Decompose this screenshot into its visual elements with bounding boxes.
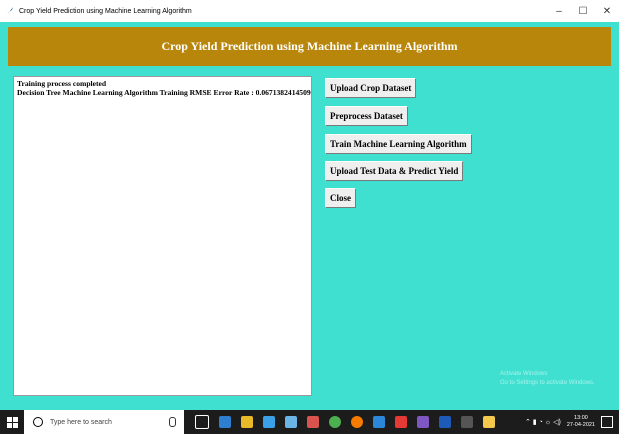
system-tray: ⌃ ▮ ◔ ☼ ◁) 13:00 27-04-2021 [525, 415, 619, 429]
window-titlebar: Crop Yield Prediction using Machine Lear… [0, 0, 619, 22]
feather-icon [7, 7, 13, 15]
close-window-button[interactable]: ✕ [595, 0, 619, 22]
output-textarea[interactable]: Training process completed Decision Tree… [13, 76, 312, 396]
taskbar-search[interactable]: Type here to search [24, 410, 184, 434]
maximize-button[interactable]: ☐ [571, 0, 595, 22]
task-view-icon[interactable] [195, 415, 209, 429]
store-icon[interactable] [263, 416, 275, 428]
cortana-icon [33, 417, 43, 427]
chrome-icon[interactable] [329, 416, 341, 428]
preprocess-dataset-button[interactable]: Preprocess Dataset [325, 106, 408, 126]
watermark-line: Activate Windows [500, 371, 548, 377]
window-title: Crop Yield Prediction using Machine Lear… [19, 7, 192, 15]
cmd-icon[interactable] [461, 416, 473, 428]
mail-icon[interactable] [373, 416, 385, 428]
teams-icon[interactable] [395, 416, 407, 428]
train-algorithm-button[interactable]: Train Machine Learning Algorithm [325, 134, 472, 154]
activate-windows-watermark: Activate Windows Go to Settings to activ… [500, 370, 595, 388]
start-button[interactable] [0, 410, 24, 434]
edge-icon[interactable] [219, 416, 231, 428]
ie-icon[interactable] [285, 416, 297, 428]
vs-icon[interactable] [417, 416, 429, 428]
upload-crop-dataset-button[interactable]: Upload Crop Dataset [325, 78, 417, 98]
output-line: Decision Tree Machine Learning Algorithm… [17, 88, 312, 97]
clock[interactable]: 13:00 27-04-2021 [567, 415, 595, 429]
clock-date: 27-04-2021 [566, 422, 595, 428]
banner-title: Crop Yield Prediction using Machine Lear… [161, 39, 458, 53]
output-line: Training process completed [17, 79, 107, 88]
close-button[interactable]: Close [325, 188, 356, 208]
python-icon[interactable] [483, 416, 495, 428]
notification-icon[interactable] [601, 416, 613, 428]
tray-icons[interactable]: ⌃ ▮ ◔ ☼ ◁) [525, 418, 561, 426]
predict-yield-button[interactable]: Upload Test Data & Predict Yield [325, 161, 464, 181]
clock-time: 13:00 [574, 415, 588, 421]
microphone-icon[interactable] [169, 417, 176, 427]
main-panel: Training process completed Decision Tree… [8, 66, 611, 406]
watermark-line: Go to Settings to activate Windows. [500, 380, 595, 386]
app-icon[interactable] [307, 416, 319, 428]
minimize-button[interactable]: – [547, 0, 571, 22]
search-placeholder: Type here to search [50, 418, 112, 426]
word-icon[interactable] [439, 416, 451, 428]
taskbar: Type here to search ⌃ ▮ ◔ ☼ ◁) 13:00 27-… [0, 410, 619, 434]
file-explorer-icon[interactable] [241, 416, 253, 428]
windows-icon [6, 416, 18, 428]
taskbar-apps [190, 415, 500, 429]
banner: Crop Yield Prediction using Machine Lear… [8, 27, 611, 66]
firefox-icon[interactable] [351, 416, 363, 428]
